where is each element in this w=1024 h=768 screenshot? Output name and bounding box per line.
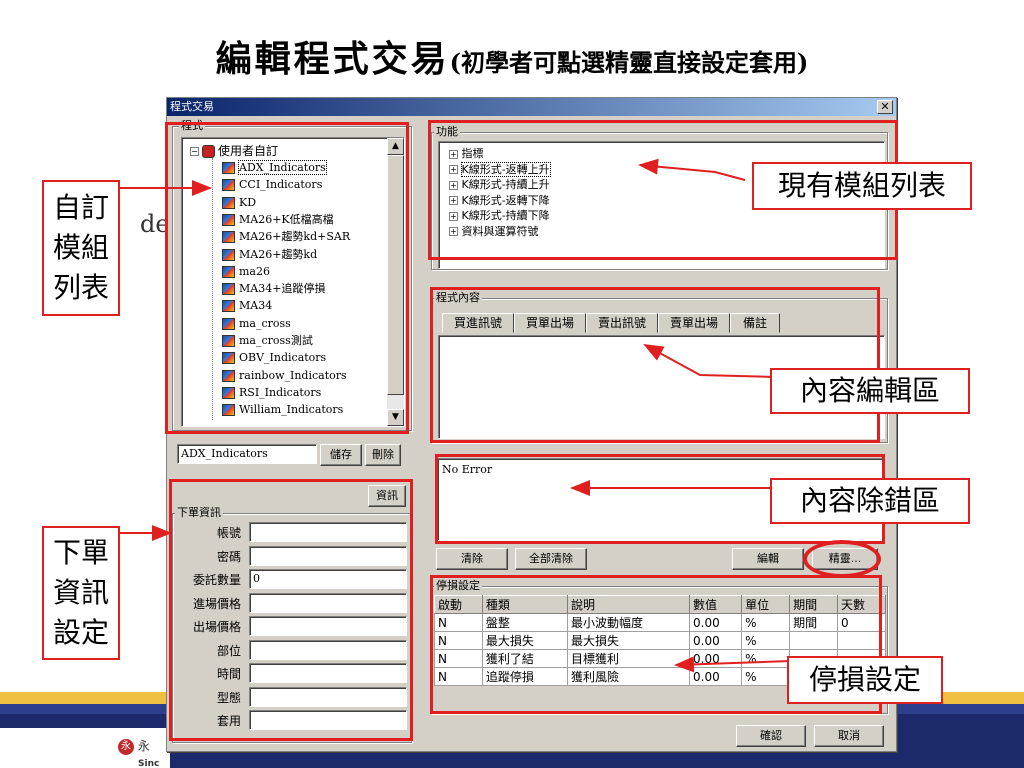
callout-content-debug: 內容除錯區 bbox=[770, 478, 970, 524]
callout-order-line2: 資訊 bbox=[52, 576, 109, 609]
callout-order-info: 下單 資訊 設定 bbox=[42, 526, 120, 660]
arrow-existing-modules bbox=[638, 158, 746, 181]
callout-existing-modules: 現有模組列表 bbox=[752, 162, 972, 210]
callout-order-line1: 下單 bbox=[52, 536, 109, 569]
callout-custom-line3: 列表 bbox=[52, 271, 109, 304]
callout-order-line3: 設定 bbox=[52, 616, 109, 649]
arrow-content-edit bbox=[643, 344, 776, 378]
callout-stoploss: 停損設定 bbox=[787, 656, 943, 704]
arrow-stoploss bbox=[674, 656, 791, 673]
callout-custom-line1: 自訂 bbox=[52, 191, 109, 224]
callout-custom-line2: 模組 bbox=[52, 231, 109, 264]
callout-content-edit: 內容編輯區 bbox=[770, 368, 970, 414]
callout-custom-modules: 自訂 模組 列表 bbox=[42, 180, 120, 316]
